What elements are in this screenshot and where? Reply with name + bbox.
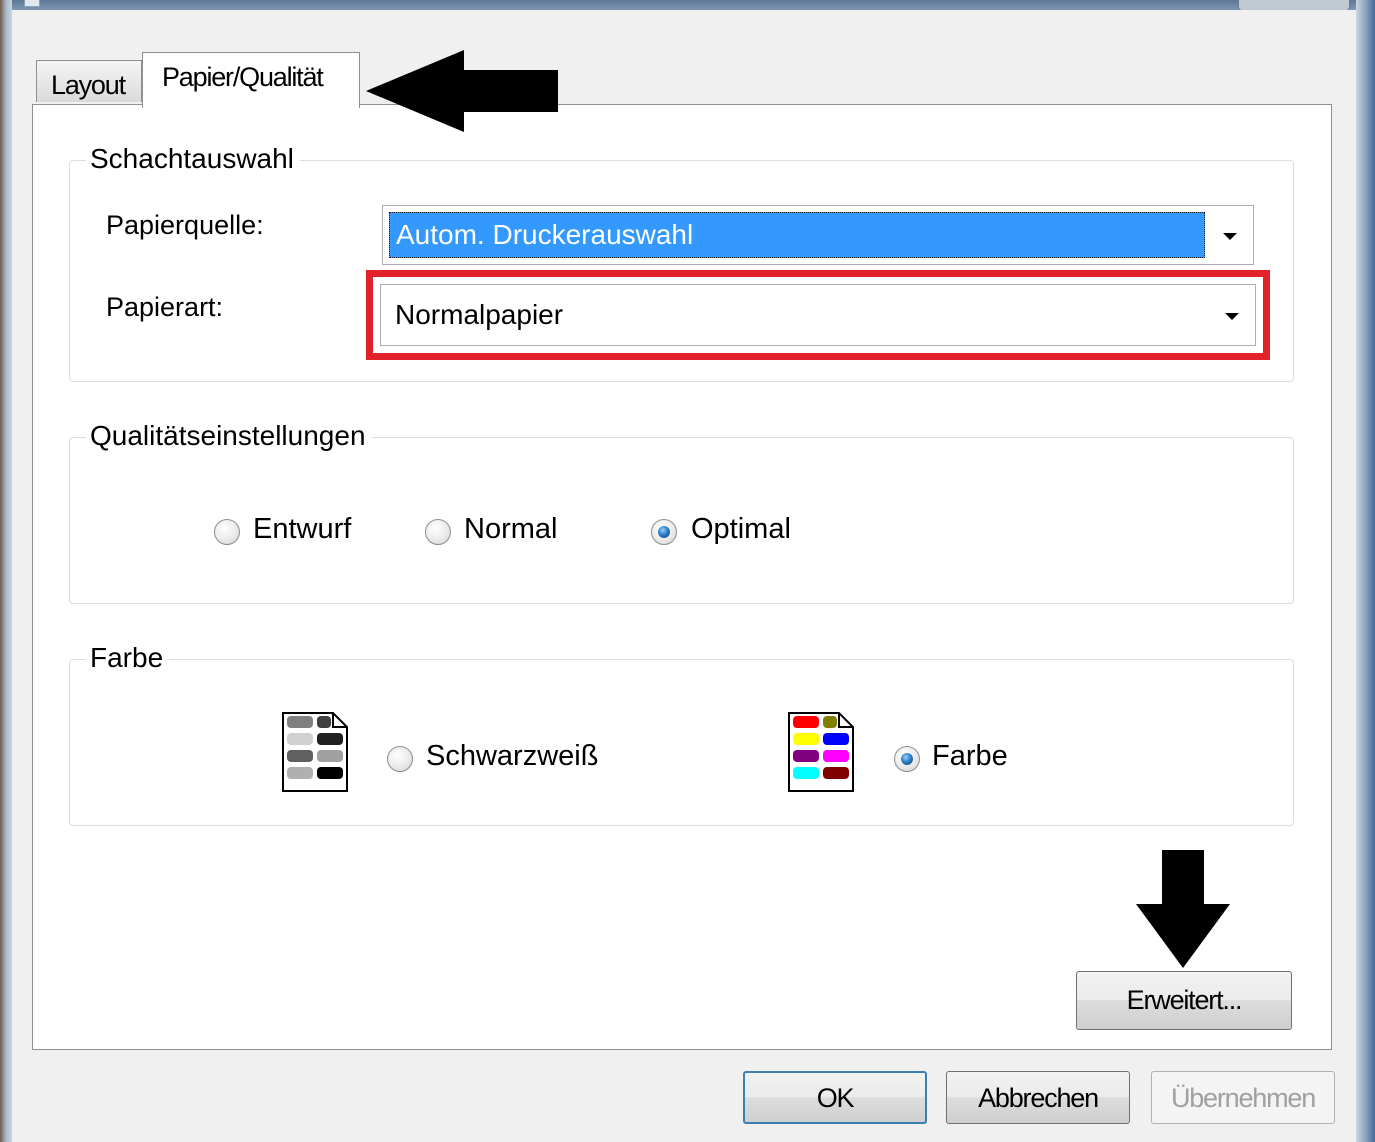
- radio-draft-label[interactable]: Entwurf: [253, 513, 351, 546]
- annotation-arrow-left-icon: [366, 50, 558, 132]
- grayscale-document-icon: [282, 712, 348, 792]
- apply-button[interactable]: Übernehmen: [1151, 1071, 1335, 1124]
- color-document-icon: [788, 712, 854, 792]
- paper-source-selected-value: Autom. Druckerauswahl: [389, 212, 1205, 258]
- tab-paper-quality[interactable]: Papier/Qualität: [142, 52, 360, 108]
- quality-settings-title: Qualitätseinstellungen: [86, 420, 372, 452]
- tray-selection-title: Schachtauswahl: [86, 143, 300, 175]
- window-title-bar: [0, 0, 1375, 10]
- paper-type-label: Papierart:: [106, 292, 224, 322]
- radio-color[interactable]: [894, 746, 920, 772]
- radio-optimal[interactable]: [651, 519, 677, 545]
- radio-color-label[interactable]: Farbe: [932, 740, 1008, 773]
- tab-layout[interactable]: Layout: [36, 60, 142, 102]
- color-group-title: Farbe: [86, 642, 170, 674]
- radio-draft[interactable]: [214, 519, 240, 545]
- app-icon: [24, 0, 40, 7]
- paper-source-dropdown[interactable]: Autom. Druckerauswahl: [382, 205, 1254, 265]
- window-frame-right: [1356, 0, 1375, 1142]
- ok-button[interactable]: OK: [743, 1071, 927, 1124]
- paper-source-label: Papierquelle:: [106, 210, 264, 240]
- radio-optimal-label[interactable]: Optimal: [691, 513, 791, 546]
- chevron-down-icon: [1223, 233, 1237, 240]
- radio-normal[interactable]: [425, 519, 451, 545]
- radio-black-white-label[interactable]: Schwarzweiß: [426, 740, 598, 773]
- radio-normal-label[interactable]: Normal: [464, 513, 557, 546]
- annotation-arrow-down-icon: [1136, 850, 1230, 968]
- cancel-button[interactable]: Abbrechen: [946, 1071, 1130, 1124]
- color-group: [69, 659, 1294, 826]
- highlight-box: [366, 270, 1270, 360]
- radio-black-white[interactable]: [387, 746, 413, 772]
- advanced-button[interactable]: Erweitert...: [1076, 971, 1292, 1030]
- window-frame-left: [0, 0, 12, 1142]
